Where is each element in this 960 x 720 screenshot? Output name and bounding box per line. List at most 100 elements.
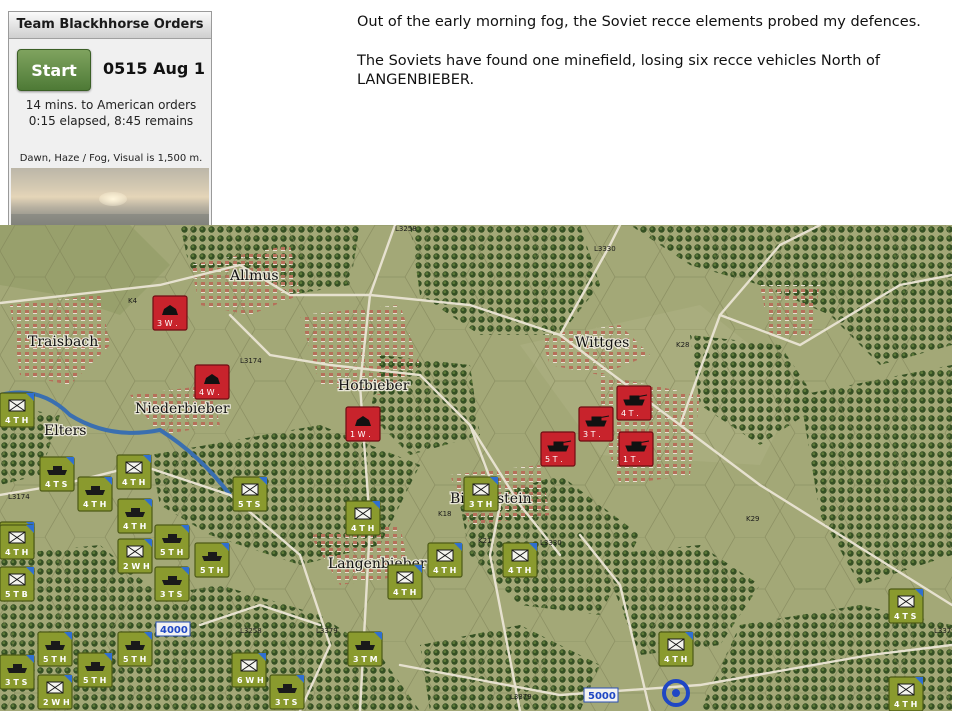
nato-unit-counter[interactable]: 4 T S (888, 588, 924, 624)
nato-unit-counter[interactable]: 4 T H (427, 542, 463, 578)
road-label: L3379 (510, 693, 532, 701)
unit-strength-label: 3 T S (5, 678, 28, 687)
unit-strength-label: 1 T . (623, 455, 641, 464)
orders-panel-title: Team Blackhhorse Orders (9, 12, 211, 39)
nato-unit-counter[interactable]: 5 T H (117, 631, 153, 667)
unit-strength-label: 5 T H (123, 655, 146, 664)
nato-unit-counter[interactable]: 3 T M (347, 631, 383, 667)
nato-unit-counter[interactable]: 4 T H (345, 500, 381, 536)
town-name: Elters (44, 423, 87, 439)
soviet-unit-counter[interactable]: 4 T . (616, 385, 652, 421)
road-label: K4 (128, 297, 138, 305)
unit-strength-label: 3 W . (157, 319, 178, 328)
soviet-unit-counter[interactable]: 3 T . (578, 406, 614, 442)
unit-strength-label: 4 T S (894, 612, 917, 621)
soviet-unit-counter[interactable]: 4 W . (194, 364, 230, 400)
nato-unit-counter[interactable]: 5 T H (37, 631, 73, 667)
nato-unit-counter[interactable]: 4 T H (0, 392, 35, 428)
elevation-label: 5000 (588, 691, 616, 702)
road-label: L3379 (316, 627, 338, 635)
nato-unit-counter[interactable]: 2 W H (117, 538, 153, 574)
unit-strength-label: 5 T H (160, 548, 183, 557)
unit-strength-label: 4 T S (45, 480, 68, 489)
nato-unit-counter[interactable]: 4 T H (77, 476, 113, 512)
soviet-unit-counter[interactable]: 3 W . (152, 295, 188, 331)
unit-strength-label: 1 W . (350, 430, 371, 439)
unit-strength-label: 5 T H (200, 566, 223, 575)
start-button[interactable]: Start (17, 49, 91, 91)
unit-strength-label: 4 W . (199, 388, 220, 397)
unit-strength-label: 4 T H (393, 588, 416, 597)
unit-strength-label: 5 T S (238, 500, 261, 509)
nato-unit-counter[interactable]: 5 T H (154, 524, 190, 560)
nato-unit-counter[interactable]: 4 T H (387, 564, 423, 600)
road-label: L3258 (395, 225, 417, 233)
elevation-label: 4000 (160, 625, 188, 636)
unit-strength-label: 4 T H (5, 416, 28, 425)
turn-report: Out of the early morning fog, the Soviet… (357, 13, 942, 110)
nato-unit-counter[interactable]: 5 T H (77, 652, 113, 688)
road-label: L3330 (594, 245, 616, 253)
nato-unit-counter[interactable]: 6 W H (231, 652, 267, 688)
nato-unit-counter[interactable]: 4 T H (888, 676, 924, 711)
road-label: L3379 (934, 627, 952, 635)
road-label: K18 (438, 510, 452, 518)
nato-unit-counter[interactable]: 4 T H (658, 631, 694, 667)
nato-unit-counter[interactable]: 4 T H (117, 498, 153, 534)
unit-strength-label: 3 T S (275, 698, 298, 707)
soviet-unit-counter[interactable]: 1 W . (345, 406, 381, 442)
nato-unit-counter[interactable]: 5 T S (232, 476, 268, 512)
unit-strength-label: 2 W H (123, 562, 150, 571)
nato-unit-counter[interactable]: 4 T S (39, 456, 75, 492)
town-name: Allmus (229, 268, 279, 284)
objective-center (672, 689, 680, 697)
soviet-unit-counter[interactable]: 1 T . (618, 431, 654, 467)
nato-unit-counter[interactable]: 3 T S (154, 566, 190, 602)
unit-strength-label: 5 T H (43, 655, 66, 664)
nato-unit-counter[interactable]: 5 T H (194, 542, 230, 578)
unit-strength-label: 4 T H (351, 524, 374, 533)
sun-glow (99, 192, 127, 206)
unit-strength-label: 4 T H (433, 566, 456, 575)
town-name: Hofbieber (338, 378, 410, 394)
unit-strength-label: 4 T H (508, 566, 531, 575)
unit-strength-label: 5 T B (5, 590, 28, 599)
unit-strength-label: 3 T M (353, 655, 378, 664)
unit-strength-label: 4 T H (123, 522, 146, 531)
tactical-map[interactable]: L3258 L3174 K4 L3174 K28 K18 K21 L3330 K… (0, 225, 952, 711)
unit-strength-label: 4 T H (894, 700, 917, 709)
unit-strength-label: 4 T H (664, 655, 687, 664)
nato-unit-counter[interactable]: 2 W H (37, 674, 73, 710)
unit-strength-label: 4 T H (83, 500, 106, 509)
unit-strength-label: 4 T H (5, 548, 28, 557)
unit-strength-label: 3 T S (160, 590, 183, 599)
nato-unit-counter[interactable]: 4 T H (116, 454, 152, 490)
town-name: Niederbieber (135, 401, 230, 417)
elapsed-time: 0:15 elapsed, 8:45 remains (28, 114, 194, 128)
town-name: Wittges (575, 335, 629, 351)
orders-panel: Team Blackhhorse Orders Start 0515 Aug 1… (8, 11, 212, 247)
nato-unit-counter[interactable]: 4 T H (502, 542, 538, 578)
orders-countdown: 14 mins. to American orders (25, 98, 197, 112)
soviet-unit-counter[interactable]: 5 T . (540, 431, 576, 467)
nato-unit-counter[interactable]: 5 T B (0, 566, 35, 602)
nato-unit-counter[interactable]: 3 T S (0, 654, 35, 690)
weather-status: Dawn, Haze / Fog, Visual is 1,500 m. (19, 153, 203, 164)
nato-unit-counter[interactable]: 3 T H (463, 476, 499, 512)
report-paragraph-2: The Soviets have found one minefield, lo… (357, 53, 880, 88)
unit-strength-label: 3 T H (469, 500, 492, 509)
road-label: L3258 (240, 627, 262, 635)
road-label: L3174 (8, 493, 30, 501)
road-label: L3330 (540, 539, 562, 547)
report-paragraph-1: Out of the early morning fog, the Soviet… (357, 14, 921, 30)
road-label: K28 (676, 341, 690, 349)
unit-strength-label: 4 T . (621, 409, 639, 418)
unit-strength-label: 2 W H (43, 698, 70, 707)
nato-unit-counter[interactable]: 4 T H (0, 524, 35, 560)
road-label: K21 (478, 537, 492, 545)
road-label: K29 (746, 515, 760, 523)
nato-unit-counter[interactable]: 3 T S (269, 674, 305, 710)
game-datetime: 0515 Aug 1 (103, 59, 206, 78)
road-label: L3174 (240, 357, 262, 365)
unit-strength-label: 6 W H (237, 676, 264, 685)
